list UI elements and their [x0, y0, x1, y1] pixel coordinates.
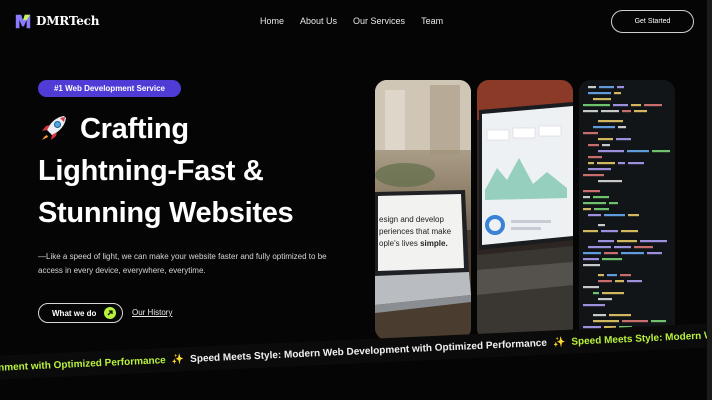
sparkle-icon: ✨ [171, 353, 185, 366]
our-history-link[interactable]: Our History [132, 308, 172, 317]
get-started-button[interactable]: Get Started [611, 10, 694, 33]
what-we-do-label: What we do [52, 308, 97, 318]
what-we-do-button[interactable]: What we do [38, 303, 123, 323]
laptop-design-illustration: esign and develop periences that make op… [375, 80, 471, 340]
svg-text:periences that make: periences that make [379, 227, 452, 236]
headline-text-1: Crafting [80, 113, 189, 145]
headline-line-3: Stunning Websites [38, 197, 294, 229]
main-nav: Home About Us Our Services Team [260, 16, 443, 26]
ticker-text-white: Speed Meets Style: Modern Web Developmen… [189, 337, 548, 365]
nav-item-home[interactable]: Home [260, 16, 284, 26]
arrow-up-right-icon [104, 307, 117, 319]
rocket-icon [42, 116, 66, 140]
svg-text:ople's lives simple.: ople's lives simple. [379, 239, 448, 248]
brand-logo[interactable]: DMRTech [14, 12, 99, 30]
sparkle-icon: ✨ [552, 336, 566, 349]
scrolling-ticker: onment with Optimized Performance ✨ Spee… [0, 322, 712, 380]
headline-line-2: Lightning-Fast & [38, 155, 264, 187]
hero-image-laptop-design: esign and develop periences that make op… [375, 80, 471, 340]
brand-name: DMRTech [36, 14, 100, 28]
hero-image-laptop-dashboard [477, 80, 573, 340]
scrollbar-track[interactable] [707, 0, 712, 400]
hero-description: —Like a speed of light, we can make your… [38, 252, 327, 275]
nav-item-about-us[interactable]: About Us [300, 16, 337, 26]
code-screen-illustration [579, 80, 675, 340]
ticker-lead-fragment: onment with Optimized Performance [0, 354, 166, 374]
headline-line-1: Crafting [38, 108, 368, 150]
hero-headline: Crafting Lightning-Fast & Stunning Websi… [38, 108, 368, 234]
logo-mark-icon [15, 14, 31, 29]
nav-item-team[interactable]: Team [421, 16, 443, 26]
ticker-tail-fragment: Speed Meets Style: Modern Web Develop [571, 327, 712, 348]
top-navigation-bar: DMRTech Home About Us Our Services Team … [0, 0, 712, 44]
svg-text:esign and develop: esign and develop [379, 215, 444, 224]
laptop-dashboard-illustration [477, 80, 573, 340]
nav-item-our-services[interactable]: Our Services [353, 16, 405, 26]
hero-image-code-screen [579, 80, 675, 340]
hero-badge: #1 Web Development Service [38, 80, 181, 97]
